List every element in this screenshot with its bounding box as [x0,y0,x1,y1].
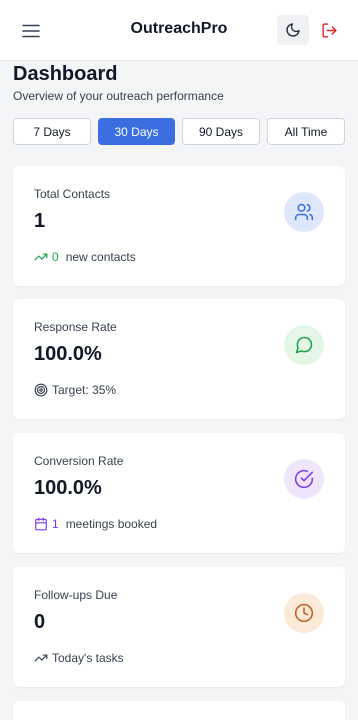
check-icon-badge [284,459,324,499]
stat-card-conversion-rate: Conversion Rate 100.0% 1 meetings booked [13,433,345,553]
new-contacts-count: 0 [52,250,59,264]
stat-label: Conversion Rate [34,454,124,468]
stat-footer: 0 new contacts [34,250,136,264]
check-circle-icon [294,469,314,488]
tab-7-days[interactable]: 7 Days [13,118,91,145]
moon-icon [286,23,300,37]
tab-30-days[interactable]: 30 Days [98,118,175,145]
stat-footer-text: Today's tasks [52,651,124,665]
calendar-icon [35,517,47,531]
clock-icon [294,603,314,623]
stat-card-partial [13,701,345,720]
stat-value: 1 [34,210,46,232]
stat-card-total-contacts: Total Contacts 1 0 new contacts [13,166,345,286]
stat-footer-text: meetings booked [65,517,158,531]
logout-icon [321,22,337,38]
stat-footer-text: Target: 35% [52,383,117,397]
stat-value: 100.0% [34,343,102,365]
stat-footer-text: new contacts [65,250,136,264]
trending-up-icon [34,253,48,261]
stat-card-follow-ups-due: Follow-ups Due 0 Today's tasks [13,567,345,687]
tab-90-days[interactable]: 90 Days [182,118,260,145]
page-title: Dashboard [13,63,118,85]
users-icon-badge [284,192,324,232]
stat-footer: 1 meetings booked [34,517,157,531]
target-icon [34,383,48,397]
trending-up-icon [34,654,48,662]
page-subtitle: Overview of your outreach performance [13,89,224,103]
stat-label: Response Rate [34,320,117,334]
stat-label: Total Contacts [34,187,111,201]
message-icon-badge [284,325,324,365]
top-bar: OutreachPro [0,0,358,61]
tab-all-time[interactable]: All Time [267,118,345,145]
stat-footer: Today's tasks [34,651,124,665]
message-circle-icon [295,336,313,354]
date-range-tabs: 7 Days 30 Days 90 Days All Time [13,118,345,145]
stat-card-response-rate: Response Rate 100.0% Target: 35% [13,299,345,419]
meetings-count: 1 [52,517,59,531]
users-icon [294,203,314,221]
stat-value: 100.0% [34,477,102,499]
logout-button[interactable] [314,15,344,45]
clock-icon-badge [284,593,324,633]
stat-label: Follow-ups Due [34,588,118,602]
stat-value: 0 [34,611,46,633]
theme-toggle-button[interactable] [277,15,309,45]
stat-footer: Target: 35% [34,383,116,397]
